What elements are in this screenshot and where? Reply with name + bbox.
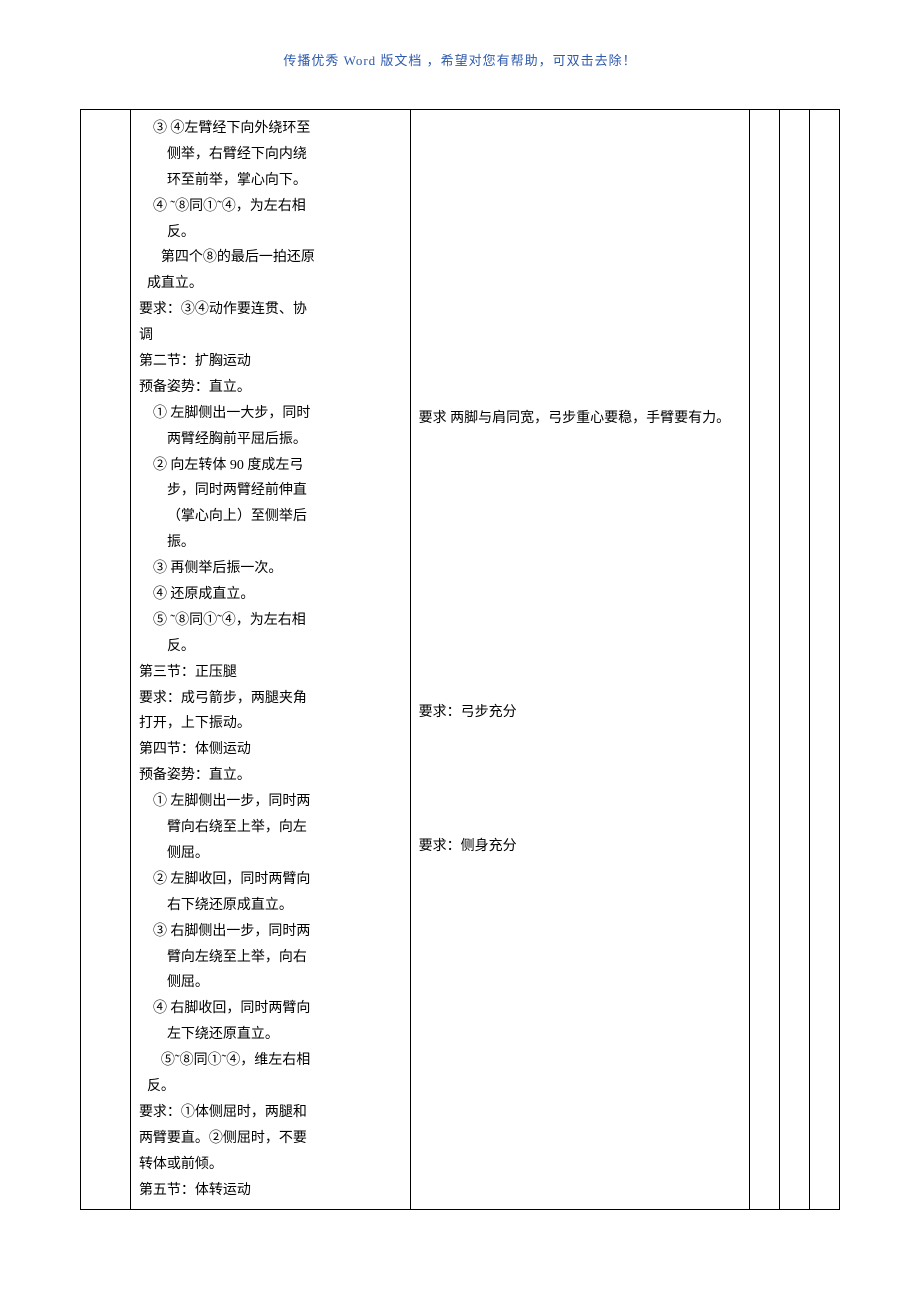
content-line: （掌心向上）至侧举后 bbox=[139, 504, 402, 530]
content-line: 反。 bbox=[147, 1074, 402, 1100]
content-line: 预备姿势：直立。 bbox=[139, 375, 402, 401]
table-col-3-content: 要求 两脚与肩同宽，弓步重心要稳，手臂要有力。 要求：弓步充分 要求：侧身充分 bbox=[410, 110, 749, 1210]
content-line: 两臂经胸前平屈后振。 bbox=[139, 427, 402, 453]
content-line: 侧屈。 bbox=[139, 970, 402, 996]
content-line: 打开，上下振动。 bbox=[139, 711, 402, 737]
table-col-2-content: ③ ④左臂经下向外绕环至侧举，右臂经下向内绕环至前举，掌心向下。④ ˜⑧同①˜④… bbox=[130, 110, 410, 1210]
content-line: 第二节：扩胸运动 bbox=[139, 349, 402, 375]
content-line: ④ 还原成直立。 bbox=[139, 582, 402, 608]
table-col-4 bbox=[750, 110, 780, 1210]
content-line: 成直立。 bbox=[147, 271, 402, 297]
content-line: 臂向右绕至上举，向左 bbox=[139, 815, 402, 841]
table-col-6 bbox=[810, 110, 840, 1210]
content-line: 反。 bbox=[139, 634, 402, 660]
content-line: 左下绕还原直立。 bbox=[139, 1022, 402, 1048]
content-line: ⑤˜⑧同①˜④，维左右相 bbox=[147, 1048, 402, 1074]
content-line: ③ 右脚侧出一步，同时两 bbox=[139, 919, 402, 945]
content-line: 第四节：体侧运动 bbox=[139, 737, 402, 763]
table-col-1 bbox=[81, 110, 131, 1210]
content-line: 侧屈。 bbox=[139, 841, 402, 867]
content-line: ① 左脚侧出一大步，同时 bbox=[139, 401, 402, 427]
content-line: 臂向左绕至上举，向右 bbox=[139, 945, 402, 971]
content-line: ④ ˜⑧同①˜④，为左右相 bbox=[139, 194, 402, 220]
content-line: ② 左脚收回，同时两臂向 bbox=[139, 867, 402, 893]
requirement-3: 要求：侧身充分 bbox=[419, 834, 741, 860]
content-line: 环至前举，掌心向下。 bbox=[139, 168, 402, 194]
content-line: ① 左脚侧出一步，同时两 bbox=[139, 789, 402, 815]
requirement-1: 要求 两脚与肩同宽，弓步重心要稳，手臂要有力。 bbox=[419, 406, 741, 432]
content-line: 调 bbox=[139, 323, 402, 349]
content-line: 步，同时两臂经前伸直 bbox=[139, 478, 402, 504]
content-line: ② 向左转体 90 度成左弓 bbox=[139, 453, 402, 479]
content-line: ③ 再侧举后振一次。 bbox=[139, 556, 402, 582]
content-line: 侧举，右臂经下向内绕 bbox=[139, 142, 402, 168]
content-line: 反。 bbox=[139, 220, 402, 246]
content-line: 转体或前倾。 bbox=[139, 1152, 402, 1178]
content-line: 第五节：体转运动 bbox=[139, 1178, 402, 1204]
content-line: 振。 bbox=[139, 530, 402, 556]
table-col-5 bbox=[780, 110, 810, 1210]
content-line: 右下绕还原成直立。 bbox=[139, 893, 402, 919]
lesson-plan-table: ③ ④左臂经下向外绕环至侧举，右臂经下向内绕环至前举，掌心向下。④ ˜⑧同①˜④… bbox=[80, 109, 840, 1210]
page-header: 传播优秀 Word 版文档 ，希望对您有帮助，可双击去除！ bbox=[80, 50, 840, 69]
content-line: ④ 右脚收回，同时两臂向 bbox=[139, 996, 402, 1022]
content-line: 要求：成弓箭步，两腿夹角 bbox=[139, 686, 402, 712]
content-line: 要求：①体侧屈时，两腿和 bbox=[139, 1100, 402, 1126]
content-line: 两臂要直。②侧屈时，不要 bbox=[139, 1126, 402, 1152]
content-line: 第四个⑧的最后一拍还原 bbox=[147, 245, 402, 271]
requirement-2: 要求：弓步充分 bbox=[419, 700, 741, 726]
content-line: 预备姿势：直立。 bbox=[139, 763, 402, 789]
content-line: 要求：③④动作要连贯、协 bbox=[139, 297, 402, 323]
content-line: ⑤ ˜⑧同①˜④，为左右相 bbox=[139, 608, 402, 634]
content-line: ③ ④左臂经下向外绕环至 bbox=[139, 116, 402, 142]
content-line: 第三节：正压腿 bbox=[139, 660, 402, 686]
